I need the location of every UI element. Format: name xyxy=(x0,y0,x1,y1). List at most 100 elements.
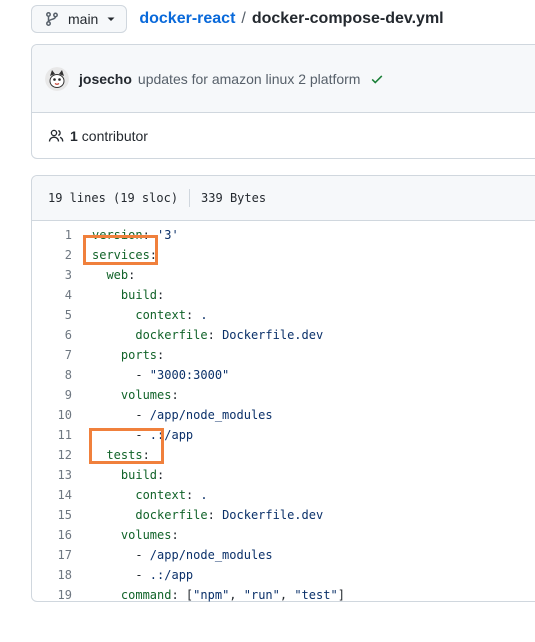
code-token: "npm" xyxy=(193,588,230,602)
code-token: - xyxy=(92,548,150,562)
code-token: ports xyxy=(120,348,158,362)
line-number[interactable]: 3 xyxy=(32,268,72,282)
commit-author[interactable]: josecho xyxy=(79,71,132,87)
code-token: : xyxy=(128,268,136,282)
code-line: 18 - .:/app xyxy=(32,565,535,585)
code-token: - xyxy=(92,368,150,382)
code-token: : [ xyxy=(171,588,194,602)
code-token: : xyxy=(171,388,179,402)
line-number[interactable]: 14 xyxy=(32,488,72,502)
code-token: - xyxy=(92,568,150,582)
avatar[interactable] xyxy=(45,66,69,91)
commit-message[interactable]: updates for amazon linux 2 platform xyxy=(138,71,361,87)
code-token: "test" xyxy=(294,588,338,602)
code-token: context xyxy=(135,488,186,502)
code-token: : xyxy=(157,348,165,362)
git-branch-icon xyxy=(44,11,60,27)
line-content: volumes: xyxy=(72,528,179,542)
line-count: 19 lines (19 sloc) xyxy=(48,191,179,205)
code-token: - xyxy=(92,408,150,422)
code-line: 5 context: . xyxy=(32,305,535,325)
highlight-box-services xyxy=(83,235,158,265)
breadcrumb-separator: / xyxy=(241,10,246,27)
code-line: 16 volumes: xyxy=(32,525,535,545)
line-number[interactable]: 9 xyxy=(32,388,72,402)
file-name: docker-compose-dev.yml xyxy=(251,10,444,27)
line-number[interactable]: 4 xyxy=(32,288,72,302)
line-number[interactable]: 17 xyxy=(32,548,72,562)
code-token: : xyxy=(157,288,165,302)
code-line: 3 web: xyxy=(32,265,535,285)
line-number[interactable]: 18 xyxy=(32,568,72,582)
code-token: : xyxy=(185,308,201,322)
line-number[interactable]: 1 xyxy=(32,228,72,242)
line-number[interactable]: 8 xyxy=(32,368,72,382)
code-token: web xyxy=(106,268,129,282)
line-number[interactable]: 16 xyxy=(32,528,72,542)
code-token: /app/node_modules xyxy=(149,548,273,562)
branch-select-button[interactable]: main xyxy=(31,5,128,33)
line-number[interactable]: 2 xyxy=(32,248,72,262)
code-token: dockerfile xyxy=(135,508,208,522)
check-icon[interactable] xyxy=(370,72,384,86)
code-token: "run" xyxy=(243,588,280,602)
code-line: 8 - "3000:3000" xyxy=(32,365,535,385)
code-line: 6 dockerfile: Dockerfile.dev xyxy=(32,325,535,345)
code-line: 10 - /app/node_modules xyxy=(32,405,535,425)
code-token: /app/node_modules xyxy=(149,408,273,422)
code-token: context xyxy=(135,308,186,322)
code-token: build xyxy=(120,468,158,482)
code-line: 17 - /app/node_modules xyxy=(32,545,535,565)
code-token: dockerfile xyxy=(135,328,208,342)
code-token: command xyxy=(120,588,172,602)
code-line: 14 context: . xyxy=(32,485,535,505)
code-token: Dockerfile.dev xyxy=(222,508,324,522)
code-line: 4 build: xyxy=(32,285,535,305)
header-divider xyxy=(189,189,191,207)
code-token: , xyxy=(229,588,244,602)
line-number[interactable]: 15 xyxy=(32,508,72,522)
line-content: context: . xyxy=(72,488,208,502)
code-token: . xyxy=(200,308,208,322)
line-number[interactable]: 10 xyxy=(32,408,72,422)
code-token: "3000:3000" xyxy=(149,368,230,382)
line-number[interactable]: 6 xyxy=(32,328,72,342)
line-number[interactable]: 11 xyxy=(32,428,72,442)
repo-link[interactable]: docker-react xyxy=(139,10,235,28)
file-size: 339 Bytes xyxy=(201,191,267,205)
contributors-row[interactable]: 1 contributor xyxy=(32,113,535,159)
code-token: .:/app xyxy=(149,568,194,582)
line-number[interactable]: 7 xyxy=(32,348,72,362)
line-number[interactable]: 12 xyxy=(32,448,72,462)
code-token: : xyxy=(171,528,179,542)
branch-name: main xyxy=(68,11,99,27)
line-number[interactable]: 13 xyxy=(32,468,72,482)
contributor-label: contributor xyxy=(81,128,148,144)
code-token: volumes xyxy=(120,528,172,542)
contributor-count: 1 xyxy=(70,128,78,144)
line-content: ports: xyxy=(72,348,164,362)
line-content: - /app/node_modules xyxy=(72,548,273,562)
line-number[interactable]: 19 xyxy=(32,588,72,602)
line-content: - "3000:3000" xyxy=(72,368,229,382)
code-token: ] xyxy=(337,588,345,602)
line-content: dockerfile: Dockerfile.dev xyxy=(72,328,323,342)
code-line: 15 dockerfile: Dockerfile.dev xyxy=(32,505,535,525)
code-token: . xyxy=(200,488,208,502)
code-line: 9 volumes: xyxy=(32,385,535,405)
code-line: 13 build: xyxy=(32,465,535,485)
line-number[interactable]: 5 xyxy=(32,308,72,322)
latest-commit: josecho updates for amazon linux 2 platf… xyxy=(32,45,535,113)
file-header: 19 lines (19 sloc) 339 Bytes xyxy=(32,176,535,221)
code-token: : xyxy=(207,328,223,342)
line-content: volumes: xyxy=(72,388,179,402)
